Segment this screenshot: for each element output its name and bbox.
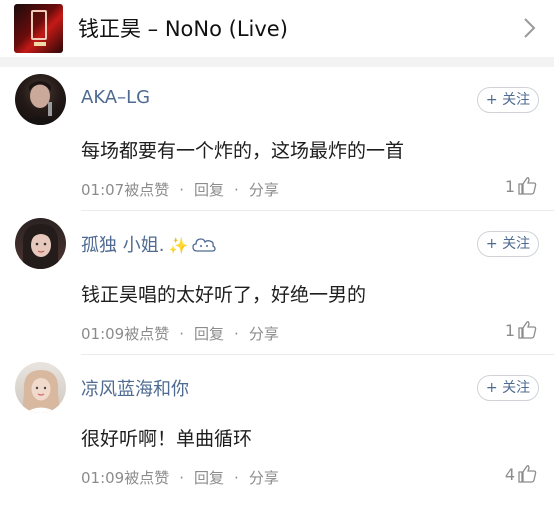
section-gap — [0, 57, 554, 67]
comment-text: 钱正昊唱的太好听了，好绝一男的 — [81, 284, 367, 306]
chevron-right-icon[interactable] — [518, 15, 540, 41]
cloud-icon — [192, 238, 217, 252]
thumbs-up-icon — [518, 465, 537, 483]
like-button[interactable]: 4 — [505, 464, 537, 484]
like-button[interactable]: 1 — [505, 320, 537, 340]
username[interactable]: AKA–LG — [81, 87, 150, 108]
comment-time: 01:09 — [81, 469, 125, 487]
like-count: 1 — [504, 176, 515, 196]
album-cover — [14, 4, 63, 53]
reply-button[interactable]: 回复 — [194, 467, 224, 488]
thumbs-up-icon — [518, 177, 537, 195]
comment-text: 每场都要有一个炸的，这场最炸的一首 — [81, 140, 405, 162]
like-count: 4 — [504, 464, 515, 484]
reply-button[interactable]: 回复 — [194, 179, 224, 200]
share-button[interactable]: 分享 — [249, 323, 279, 344]
follow-button[interactable]: + 关注 — [477, 375, 539, 401]
avatar[interactable] — [15, 74, 66, 125]
avatar[interactable] — [15, 218, 66, 269]
username[interactable]: 凉风蓝海和你 — [81, 375, 189, 401]
like-label: 被点赞 — [124, 469, 170, 487]
comment-meta: 01:09被点赞 · 回复 · 分享 — [81, 467, 279, 488]
share-button[interactable]: 分享 — [249, 179, 279, 200]
thumbs-up-icon — [518, 321, 537, 339]
like-button[interactable]: 1 — [505, 176, 537, 196]
comment-text: 很好听啊！单曲循环 — [81, 428, 253, 450]
like-label: 被点赞 — [124, 181, 170, 199]
share-button[interactable]: 分享 — [249, 467, 279, 488]
like-count: 1 — [504, 320, 515, 340]
follow-button[interactable]: + 关注 — [477, 231, 539, 257]
avatar[interactable] — [15, 362, 66, 413]
comment-time: 01:09 — [81, 325, 125, 343]
comment-time: 01:07 — [81, 181, 125, 199]
username-text: 孤独 小姐. — [81, 235, 165, 256]
song-header[interactable]: 钱正昊 – NoNo (Live) — [0, 0, 554, 57]
comment-meta: 01:07被点赞 · 回复 · 分享 — [81, 179, 279, 200]
follow-button[interactable]: + 关注 — [477, 87, 539, 113]
like-label: 被点赞 — [124, 325, 170, 343]
reply-button[interactable]: 回复 — [194, 323, 224, 344]
comment-item: 孤独 小姐. ✨ + 关注 钱正昊唱的太好听了，好绝一男的 01:09被点赞 · 回复… — [0, 211, 554, 355]
sparkle-icon: ✨ — [168, 236, 189, 255]
comment-meta: 01:09被点赞 · 回复 · 分享 — [81, 323, 279, 344]
username[interactable]: 孤独 小姐. ✨ — [81, 231, 217, 257]
comment-item: 凉风蓝海和你 + 关注 很好听啊！单曲循环 01:09被点赞 · 回复 · 分享 4 — [0, 355, 554, 499]
comment-item: AKA–LG + 关注 每场都要有一个炸的，这场最炸的一首 01:07被点赞 · 回… — [0, 67, 554, 211]
song-title: 钱正昊 – NoNo (Live) — [78, 17, 288, 41]
